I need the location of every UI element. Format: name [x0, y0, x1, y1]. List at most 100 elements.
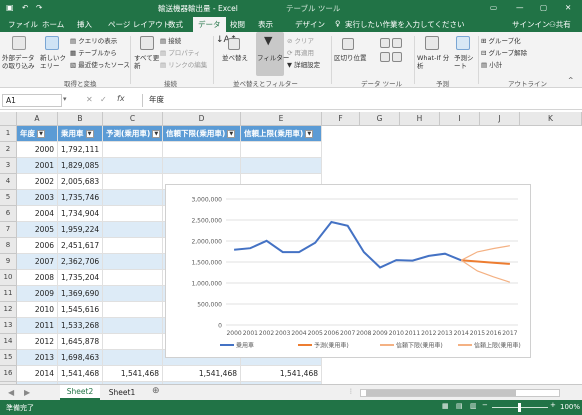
insert-function-icon[interactable]: fx: [117, 94, 125, 103]
table-cell[interactable]: 1,645,878: [58, 334, 103, 350]
connections-button[interactable]: ▤ 接続: [160, 37, 181, 45]
table-header-cell[interactable]: 信頼下限(乗用車) ▼: [163, 126, 241, 142]
share-button[interactable]: ⚇共有: [549, 19, 571, 30]
column-header-a[interactable]: A: [17, 112, 58, 126]
normal-view-icon[interactable]: ▦: [442, 402, 449, 410]
row-header[interactable]: 4: [0, 174, 17, 190]
table-cell[interactable]: [103, 238, 163, 254]
table-cell[interactable]: 2014: [17, 366, 58, 382]
zoom-slider-thumb[interactable]: [518, 403, 521, 412]
zoom-in-icon[interactable]: +: [550, 401, 556, 409]
table-cell[interactable]: 1,735,204: [58, 270, 103, 286]
column-header-c[interactable]: C: [103, 112, 163, 126]
filter-dropdown-icon[interactable]: ▼: [227, 130, 236, 138]
zoom-level[interactable]: 100%: [560, 403, 580, 411]
properties-button[interactable]: ▤ プロパティ: [160, 49, 200, 57]
table-cell[interactable]: [163, 158, 241, 174]
collapse-ribbon-icon[interactable]: ^: [568, 76, 573, 84]
table-cell[interactable]: [103, 286, 163, 302]
tab-design[interactable]: デザイン: [295, 19, 325, 30]
save-icon[interactable]: ▣: [6, 3, 14, 12]
sort-button[interactable]: 並べ替え: [222, 54, 248, 62]
advanced-filter-button[interactable]: ▼ 詳細設定: [287, 61, 320, 69]
forecast-sheet-button[interactable]: 予測シート: [454, 54, 476, 70]
table-cell[interactable]: [103, 270, 163, 286]
table-cell[interactable]: 2003: [17, 190, 58, 206]
tab-page-layout[interactable]: ページ レイアウト: [108, 19, 170, 30]
table-cell[interactable]: 1,541,468: [58, 366, 103, 382]
table-cell[interactable]: 1,698,463: [58, 350, 103, 366]
table-cell[interactable]: [103, 190, 163, 206]
column-header-j[interactable]: J: [480, 112, 520, 126]
row-header[interactable]: 7: [0, 222, 17, 238]
table-cell[interactable]: 2002: [17, 174, 58, 190]
relationships-icon[interactable]: [392, 52, 402, 62]
table-header-cell[interactable]: 乗用車 ▼: [58, 126, 103, 142]
row-header[interactable]: 11: [0, 286, 17, 302]
table-cell[interactable]: 2006: [17, 238, 58, 254]
table-cell[interactable]: 1,369,690: [58, 286, 103, 302]
row-header[interactable]: 8: [0, 238, 17, 254]
table-cell[interactable]: 1,959,224: [58, 222, 103, 238]
remove-duplicates-icon[interactable]: [380, 52, 390, 62]
tab-data[interactable]: データ: [193, 17, 226, 32]
page-layout-icon[interactable]: ▤: [456, 402, 463, 410]
next-sheet-icon[interactable]: ▶: [24, 388, 30, 397]
row-header[interactable]: 9: [0, 254, 17, 270]
table-cell[interactable]: 2011: [17, 318, 58, 334]
table-cell[interactable]: [103, 302, 163, 318]
data-validation-icon[interactable]: [392, 38, 402, 48]
table-cell[interactable]: 2009: [17, 286, 58, 302]
row-header[interactable]: 14: [0, 334, 17, 350]
forecast-line-chart[interactable]: 0 500,000 1,000,000 1,500,000 2,000,000 2,500…: [165, 184, 531, 358]
table-cell[interactable]: 1,541,468: [103, 366, 163, 382]
row-header[interactable]: 13: [0, 318, 17, 334]
sheet-tab-sheet2[interactable]: Sheet2: [60, 385, 100, 400]
column-header-d[interactable]: D: [163, 112, 241, 126]
prev-sheet-icon[interactable]: ◀: [8, 388, 14, 397]
table-header-cell[interactable]: 年度 ▼: [17, 126, 58, 142]
table-cell[interactable]: 2013: [17, 350, 58, 366]
table-cell[interactable]: [103, 334, 163, 350]
row-header[interactable]: 2: [0, 142, 17, 158]
table-cell[interactable]: [163, 142, 241, 158]
table-cell[interactable]: [103, 206, 163, 222]
row-header[interactable]: 15: [0, 350, 17, 366]
redo-icon[interactable]: ↷: [36, 3, 42, 12]
undo-icon[interactable]: ↶: [22, 3, 28, 12]
row-header[interactable]: 3: [0, 158, 17, 174]
whatif-button[interactable]: What-If 分析: [417, 54, 453, 70]
text-to-columns-button[interactable]: 区切り位置: [334, 54, 367, 62]
zoom-out-icon[interactable]: −: [482, 401, 488, 409]
sheet-tab-sheet1[interactable]: Sheet1: [102, 385, 142, 400]
ribbon-display-icon[interactable]: ▭: [490, 3, 497, 12]
tab-formulas[interactable]: 数式: [168, 19, 183, 30]
table-cell[interactable]: 2012: [17, 334, 58, 350]
filter-button[interactable]: フィルター: [257, 54, 289, 62]
row-header[interactable]: 5: [0, 190, 17, 206]
name-box[interactable]: A1: [2, 94, 62, 107]
column-header-h[interactable]: H: [400, 112, 440, 126]
table-cell[interactable]: 2008: [17, 270, 58, 286]
tab-view[interactable]: 表示: [258, 19, 273, 30]
table-cell[interactable]: 2004: [17, 206, 58, 222]
tab-review[interactable]: 校閲: [230, 19, 245, 30]
table-cell[interactable]: 1,533,268: [58, 318, 103, 334]
row-header[interactable]: 6: [0, 206, 17, 222]
name-box-dropdown-icon[interactable]: ▾: [63, 95, 67, 103]
tab-file[interactable]: ファイル: [8, 19, 38, 30]
get-external-data-button[interactable]: 外部データの取り込み: [2, 54, 38, 70]
table-cell[interactable]: [103, 158, 163, 174]
column-header-e[interactable]: E: [241, 112, 322, 126]
ungroup-button[interactable]: ⊟ グループ解除: [481, 49, 527, 57]
close-button[interactable]: ✕: [565, 3, 571, 12]
new-query-button[interactable]: 新しいクエリー: [40, 54, 66, 70]
minimize-button[interactable]: —: [516, 3, 524, 12]
page-break-icon[interactable]: ▥: [470, 402, 477, 410]
table-cell[interactable]: [241, 142, 322, 158]
table-cell[interactable]: 2,362,706: [58, 254, 103, 270]
table-cell[interactable]: 1,792,111: [58, 142, 103, 158]
row-header[interactable]: 16: [0, 366, 17, 382]
scrollbar-thumb[interactable]: [366, 390, 516, 396]
column-header-f[interactable]: F: [322, 112, 360, 126]
